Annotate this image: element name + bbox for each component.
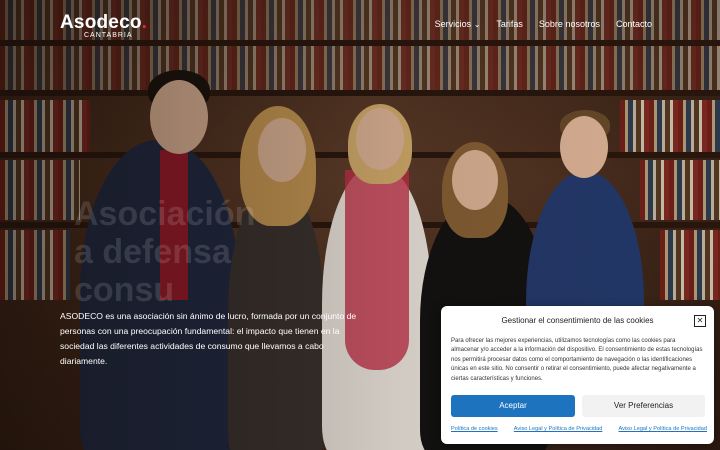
ghost-line: consu [74, 271, 175, 309]
cookie-dialog-title: Gestionar el consentimiento de las cooki… [501, 316, 654, 325]
logo-dot: . [141, 12, 148, 33]
view-preferences-button[interactable]: Ver Preferencias [582, 395, 705, 417]
nav-label: Servicios [434, 19, 472, 29]
hero-intro-text: ASODECO es una asociación sin ánimo de l… [60, 311, 357, 366]
ghost-line: a defensa [74, 233, 231, 271]
close-icon[interactable]: ✕ [694, 315, 706, 327]
cookie-policy-link[interactable]: Política de cookies [451, 426, 498, 432]
nav-item-servicios[interactable]: Servicios ⌄ [435, 19, 481, 29]
nav-item-contacto[interactable]: Contacto [616, 19, 652, 29]
nav-item-sobre-nosotros[interactable]: Sobre nosotros [539, 19, 600, 29]
logo-subtitle: CANTABRIA [84, 32, 133, 39]
hero-ghost-heading: Asociación a defensa consu [74, 195, 255, 309]
nav-item-tarifas[interactable]: Tarifas [496, 19, 523, 29]
legal-notice-link[interactable]: Aviso Legal y Política de Privacidad [618, 426, 707, 432]
cookie-consent-dialog: Gestionar el consentimiento de las cooki… [441, 306, 714, 444]
chevron-down-icon: ⌄ [473, 20, 481, 29]
site-logo[interactable]: Asodeco. CANTABRIA [60, 12, 148, 39]
accept-button[interactable]: Aceptar [451, 395, 575, 417]
main-nav: Servicios ⌄ Tarifas Sobre nosotros Conta… [435, 19, 652, 29]
cookie-links: Política de cookies Aviso Legal y Políti… [451, 426, 707, 432]
logo-name: Asodeco [60, 12, 142, 33]
legal-notice-link[interactable]: Aviso Legal y Política de Privacidad [514, 426, 603, 432]
ghost-line: Asociación [74, 195, 256, 233]
cookie-dialog-body: Para ofrecer las mejores experiencias, u… [451, 338, 703, 382]
